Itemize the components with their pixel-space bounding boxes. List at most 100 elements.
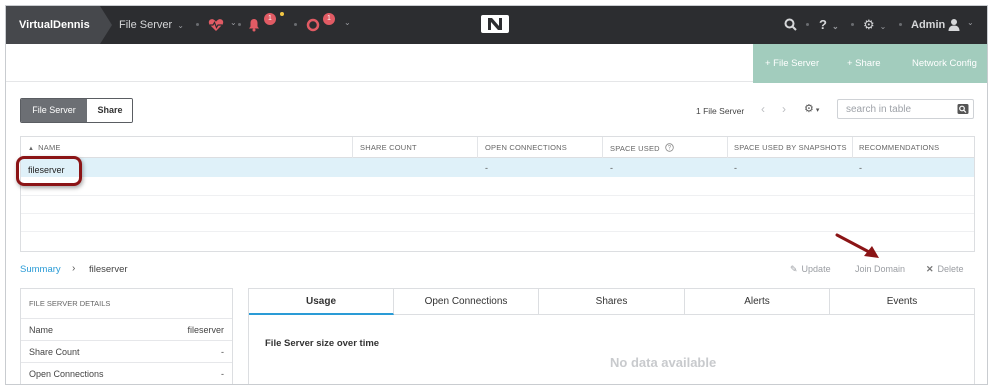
file-server-table: ▲ NAME SHARE COUNT OPEN CONNECTIONS SPACE… bbox=[20, 136, 975, 252]
action-bar: + File Server + Share Network Config bbox=[753, 44, 987, 83]
column-header-space-used-snapshots[interactable]: SPACE USED BY SNAPSHOTS bbox=[734, 143, 847, 152]
column-separator bbox=[727, 137, 728, 158]
detail-value: - bbox=[221, 369, 224, 379]
table-settings-gear-icon[interactable]: ⚙ ▾ bbox=[804, 102, 819, 115]
svg-text:?: ? bbox=[668, 146, 672, 152]
nav-separator bbox=[196, 23, 199, 26]
search-clear-icon[interactable] bbox=[957, 103, 969, 115]
new-file-server-button[interactable]: + File Server bbox=[765, 58, 819, 69]
open-connections-cell: - bbox=[485, 163, 488, 173]
empty-row bbox=[21, 213, 974, 214]
cluster-arrow-shape bbox=[100, 6, 112, 44]
prism-window: VirtualDennis File Server ⌄ ⌄ 1 1 ⌄ ? ⌄ … bbox=[5, 5, 988, 385]
space-used-snapshots-cell: - bbox=[734, 163, 737, 173]
entity-count-label: 1 File Server bbox=[696, 106, 745, 116]
detail-row-share-count: Share Count - bbox=[21, 340, 232, 362]
recommendations-cell: - bbox=[859, 163, 862, 173]
gear-icon: ⚙ bbox=[863, 17, 875, 32]
detail-key: Share Count bbox=[29, 347, 80, 357]
delete-button[interactable]: ✕ Delete bbox=[926, 264, 964, 275]
search-icon[interactable] bbox=[784, 18, 797, 31]
tab-alerts[interactable]: Alerts bbox=[685, 289, 830, 315]
entity-dropdown[interactable]: File Server ⌄ bbox=[119, 6, 184, 44]
column-header-open-connections[interactable]: OPEN CONNECTIONS bbox=[485, 143, 567, 152]
alerts-count-badge: 1 bbox=[264, 13, 276, 25]
tab-open-connections[interactable]: Open Connections bbox=[394, 289, 539, 315]
breadcrumb-separator-icon: › bbox=[72, 263, 76, 274]
column-header-share-count[interactable]: SHARE COUNT bbox=[360, 143, 417, 152]
chevron-down-icon: ⌄ bbox=[177, 21, 184, 30]
breadcrumb-entity: fileserver bbox=[89, 264, 128, 275]
chevron-down-icon[interactable]: ⌄ bbox=[344, 18, 351, 27]
detail-key: Name bbox=[29, 325, 54, 335]
warning-dot bbox=[280, 12, 284, 16]
chevron-down-icon[interactable]: ⌄ bbox=[230, 18, 237, 27]
column-header-name[interactable]: ▲ NAME bbox=[28, 143, 61, 152]
update-button[interactable]: ✎ Update bbox=[790, 264, 831, 275]
user-name: Admin bbox=[911, 19, 946, 31]
space-used-cell: - bbox=[610, 163, 613, 173]
tab-usage[interactable]: Usage bbox=[249, 289, 394, 315]
tasks-ring-icon[interactable] bbox=[306, 18, 320, 32]
sort-ascending-icon: ▲ bbox=[28, 146, 35, 152]
empty-row bbox=[21, 195, 974, 196]
table-search-input[interactable]: search in table bbox=[837, 99, 974, 119]
header-divider bbox=[6, 81, 753, 82]
detail-row-name: Name fileserver bbox=[21, 318, 232, 340]
file-server-details-panel: FILE SERVER DETAILS Name fileserver Shar… bbox=[20, 288, 233, 384]
column-header-recommendations[interactable]: RECOMMENDATIONS bbox=[859, 143, 939, 152]
tasks-count-badge: 1 bbox=[323, 13, 335, 25]
alerts-bell-icon[interactable] bbox=[248, 18, 260, 32]
column-separator bbox=[602, 137, 603, 158]
entity-type-toggle: File Server Share bbox=[20, 98, 133, 123]
nav-separator bbox=[851, 23, 854, 26]
help-circle-icon[interactable]: ? bbox=[665, 143, 674, 152]
column-header-space-used[interactable]: SPACE USED ? bbox=[610, 143, 674, 153]
previous-page-icon[interactable]: ‹ bbox=[761, 102, 765, 116]
user-menu[interactable]: Admin bbox=[911, 6, 945, 44]
column-separator bbox=[477, 137, 478, 158]
settings-menu[interactable]: ⚙ ⌄ bbox=[863, 6, 886, 44]
tab-shares[interactable]: Shares bbox=[539, 289, 685, 315]
nutanix-logo-icon bbox=[481, 15, 509, 33]
nav-separator bbox=[294, 23, 297, 26]
details-header: FILE SERVER DETAILS bbox=[29, 299, 111, 308]
help-icon: ? bbox=[819, 17, 827, 32]
top-navigation-bar: VirtualDennis File Server ⌄ ⌄ 1 1 ⌄ ? ⌄ … bbox=[6, 6, 987, 44]
new-share-button[interactable]: + Share bbox=[847, 58, 881, 69]
detail-value: fileserver bbox=[187, 325, 224, 335]
pencil-icon: ✎ bbox=[790, 264, 798, 274]
network-config-button[interactable]: Network Config bbox=[912, 58, 977, 69]
health-heart-icon[interactable] bbox=[208, 18, 224, 32]
tab-events[interactable]: Events bbox=[830, 289, 974, 315]
detail-value: - bbox=[221, 347, 224, 357]
share-toggle-button[interactable]: Share bbox=[87, 99, 132, 122]
close-icon: ✕ bbox=[926, 264, 934, 274]
annotation-arrow-icon bbox=[835, 233, 879, 258]
entity-dropdown-label: File Server bbox=[119, 19, 173, 31]
chevron-down-icon: ⌄ bbox=[879, 22, 887, 31]
tab-bar: Usage Open Connections Shares Alerts Eve… bbox=[249, 289, 974, 315]
column-separator bbox=[352, 137, 353, 158]
user-avatar-icon[interactable] bbox=[948, 18, 960, 31]
empty-row bbox=[21, 231, 974, 232]
detail-tabs-panel: Usage Open Connections Shares Alerts Eve… bbox=[248, 288, 975, 384]
help-menu[interactable]: ? ⌄ bbox=[819, 6, 839, 44]
table-row[interactable]: - - - - bbox=[21, 158, 974, 177]
no-data-message: No data available bbox=[610, 355, 717, 370]
fileserver-name-callout[interactable]: fileserver bbox=[16, 156, 82, 186]
next-page-icon[interactable]: › bbox=[782, 102, 786, 116]
nav-separator bbox=[899, 23, 902, 26]
nav-separator bbox=[806, 23, 809, 26]
nav-separator bbox=[238, 23, 241, 26]
table-header: ▲ NAME SHARE COUNT OPEN CONNECTIONS SPACE… bbox=[21, 137, 974, 158]
summary-link[interactable]: Summary bbox=[20, 264, 61, 275]
column-separator bbox=[852, 137, 853, 158]
cluster-name[interactable]: VirtualDennis bbox=[6, 6, 100, 44]
chevron-down-icon[interactable]: ⌄ bbox=[967, 18, 974, 27]
join-domain-button[interactable]: Join Domain bbox=[855, 264, 905, 274]
file-server-toggle-button[interactable]: File Server bbox=[21, 99, 87, 122]
chevron-down-icon: ⌄ bbox=[831, 22, 839, 31]
detail-key: Open Connections bbox=[29, 369, 104, 379]
fileserver-name-cell[interactable]: fileserver bbox=[28, 165, 65, 175]
